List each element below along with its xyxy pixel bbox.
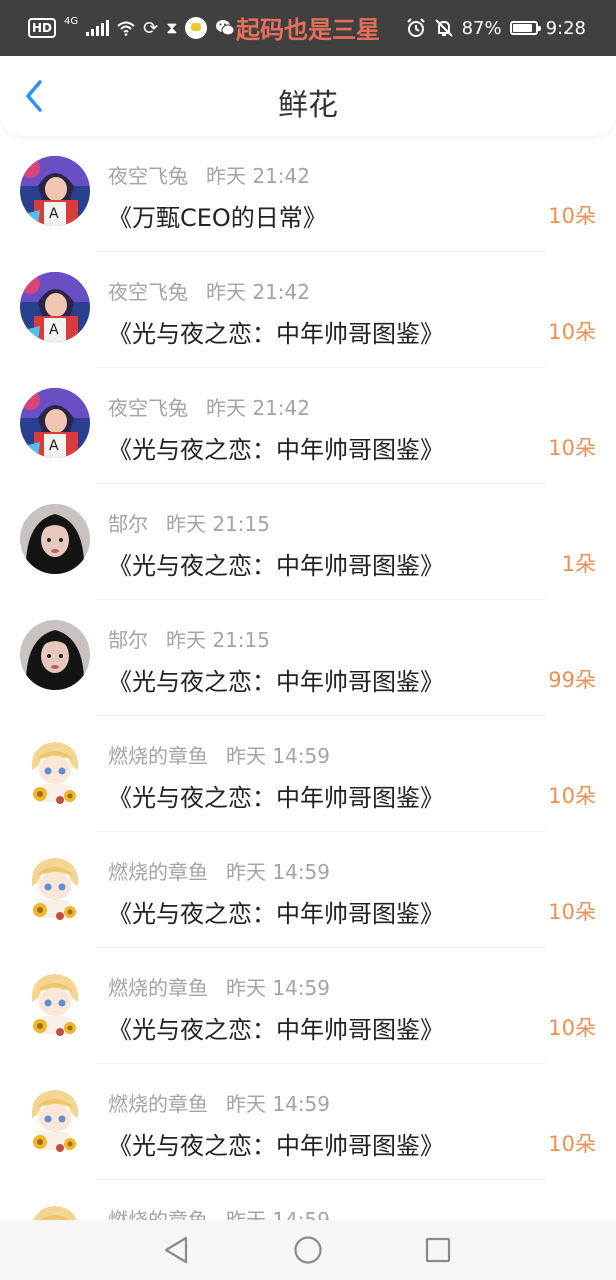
clock: 9:28 [545, 17, 586, 39]
avatar[interactable] [20, 1084, 90, 1154]
username[interactable]: 夜空飞兔 [108, 392, 188, 421]
timestamp: 昨天 21:42 [206, 164, 310, 188]
nav-back-button[interactable] [160, 1234, 192, 1266]
svg-text:A: A [49, 206, 59, 222]
row-meta: 夜空飞兔 昨天 21:42 [108, 276, 310, 305]
row-meta: 郜尔 昨天 21:15 [108, 508, 270, 537]
list-item[interactable]: A 夜空飞兔 昨天 21:42 《光与夜之恋：中年帅哥图鉴》 10朵 [0, 368, 616, 484]
status-bar: HD 4G ⟳ ⧗ 起码也是三星 87% 9:28 [0, 0, 616, 56]
timestamp: 昨天 21:42 [206, 280, 310, 304]
timestamp: 昨天 21:15 [166, 512, 270, 536]
timestamp: 昨天 14:59 [226, 976, 330, 1000]
work-title[interactable]: 《光与夜之恋：中年帅哥图鉴》 [108, 546, 444, 581]
row-meta: 夜空飞兔 昨天 21:42 [108, 392, 310, 421]
row-meta: 夜空飞兔 昨天 21:42 [108, 160, 310, 189]
flower-count: 10朵 [548, 784, 596, 808]
timestamp: 昨天 14:59 [226, 744, 330, 768]
row-meta: 燃烧的章鱼 昨天 14:59 [108, 856, 330, 885]
username[interactable]: 燃烧的章鱼 [108, 972, 208, 1001]
avatar[interactable] [20, 504, 90, 574]
nav-recents-button[interactable] [422, 1234, 454, 1266]
username[interactable]: 夜空飞兔 [108, 276, 188, 305]
triangle-back-icon [164, 1236, 188, 1264]
list-item[interactable]: 燃烧的章鱼 昨天 14:59 《光与夜之恋：中年帅哥图鉴》 10朵 [0, 1064, 616, 1180]
row-meta: 燃烧的章鱼 昨天 14:59 [108, 1204, 330, 1220]
avatar[interactable]: A [20, 272, 90, 342]
svg-text:A: A [49, 322, 59, 338]
username[interactable]: 夜空飞兔 [108, 160, 188, 189]
flower-count: 1朵 [561, 552, 596, 576]
flower-gift-list: A 夜空飞兔 昨天 21:42 《万甄CEO的日常》 10朵 A 夜空飞兔 昨天 21:… [0, 136, 616, 1220]
work-title[interactable]: 《光与夜之恋：中年帅哥图鉴》 [108, 1126, 444, 1161]
list-item[interactable]: 郜尔 昨天 21:15 《光与夜之恋：中年帅哥图鉴》 99朵 [0, 600, 616, 716]
flower-count: 10朵 [548, 1016, 596, 1040]
list-item[interactable]: A 夜空飞兔 昨天 21:42 《光与夜之恋：中年帅哥图鉴》 10朵 [0, 252, 616, 368]
list-item[interactable]: 郜尔 昨天 21:15 《光与夜之恋：中年帅哥图鉴》 1朵 [0, 484, 616, 600]
flower-count: 10朵 [548, 436, 596, 460]
username[interactable]: 燃烧的章鱼 [108, 856, 208, 885]
system-nav-bar [0, 1220, 616, 1280]
list-item[interactable]: 燃烧的章鱼 昨天 14:59 《光与夜之恋：中年帅哥图鉴》 10朵 [0, 832, 616, 948]
timestamp: 昨天 14:59 [226, 1092, 330, 1116]
username[interactable]: 郜尔 [108, 508, 148, 537]
nav-home-button[interactable] [292, 1234, 324, 1266]
list-item[interactable]: A 夜空飞兔 昨天 21:42 《万甄CEO的日常》 10朵 [0, 136, 616, 252]
work-title[interactable]: 《光与夜之恋：中年帅哥图鉴》 [108, 662, 444, 697]
flower-count: 10朵 [548, 204, 596, 228]
avatar[interactable] [20, 1200, 90, 1220]
timestamp: 昨天 21:15 [166, 628, 270, 652]
username[interactable]: 郜尔 [108, 624, 148, 653]
square-recents-icon [425, 1237, 451, 1263]
list-item[interactable]: 燃烧的章鱼 昨天 14:59 《光与夜之恋：中年帅哥图鉴》 10朵 [0, 948, 616, 1064]
flower-count: 10朵 [548, 1132, 596, 1156]
avatar[interactable] [20, 968, 90, 1038]
battery-icon [509, 21, 541, 35]
row-meta: 郜尔 昨天 21:15 [108, 624, 270, 653]
battery-percent: 87% [461, 17, 502, 39]
flower-count: 10朵 [548, 320, 596, 344]
timestamp: 昨天 21:42 [206, 396, 310, 420]
circle-home-icon [294, 1236, 322, 1264]
app-header: 鲜花 [0, 56, 616, 136]
row-meta: 燃烧的章鱼 昨天 14:59 [108, 1088, 330, 1117]
page-title: 鲜花 [278, 88, 338, 123]
row-meta: 燃烧的章鱼 昨天 14:59 [108, 972, 330, 1001]
list-item[interactable]: 燃烧的章鱼 昨天 14:59 《光与夜之恋：中年帅哥图鉴》 10朵 [0, 716, 616, 832]
flower-count: 10朵 [548, 900, 596, 924]
username[interactable]: 燃烧的章鱼 [108, 1204, 208, 1220]
work-title[interactable]: 《光与夜之恋：中年帅哥图鉴》 [108, 430, 444, 465]
svg-text:A: A [49, 438, 59, 454]
avatar[interactable] [20, 736, 90, 806]
avatar[interactable] [20, 852, 90, 922]
work-title[interactable]: 《光与夜之恋：中年帅哥图鉴》 [108, 778, 444, 813]
avatar[interactable]: A [20, 156, 90, 226]
username[interactable]: 燃烧的章鱼 [108, 740, 208, 769]
mute-icon [434, 19, 453, 37]
work-title[interactable]: 《光与夜之恋：中年帅哥图鉴》 [108, 1010, 444, 1045]
alarm-icon [406, 18, 425, 37]
list-item[interactable]: 燃烧的章鱼 昨天 14:59 [0, 1180, 616, 1220]
work-title[interactable]: 《光与夜之恋：中年帅哥图鉴》 [108, 314, 444, 349]
avatar[interactable] [20, 620, 90, 690]
work-title[interactable]: 《万甄CEO的日常》 [108, 198, 327, 233]
flower-count: 99朵 [548, 668, 596, 692]
avatar[interactable]: A [20, 388, 90, 458]
work-title[interactable]: 《光与夜之恋：中年帅哥图鉴》 [108, 894, 444, 929]
row-meta: 燃烧的章鱼 昨天 14:59 [108, 740, 330, 769]
username[interactable]: 燃烧的章鱼 [108, 1088, 208, 1117]
status-icons-right: 87% 9:28 [406, 14, 586, 42]
timestamp: 昨天 14:59 [226, 860, 330, 884]
timestamp: 昨天 14:59 [226, 1208, 330, 1220]
